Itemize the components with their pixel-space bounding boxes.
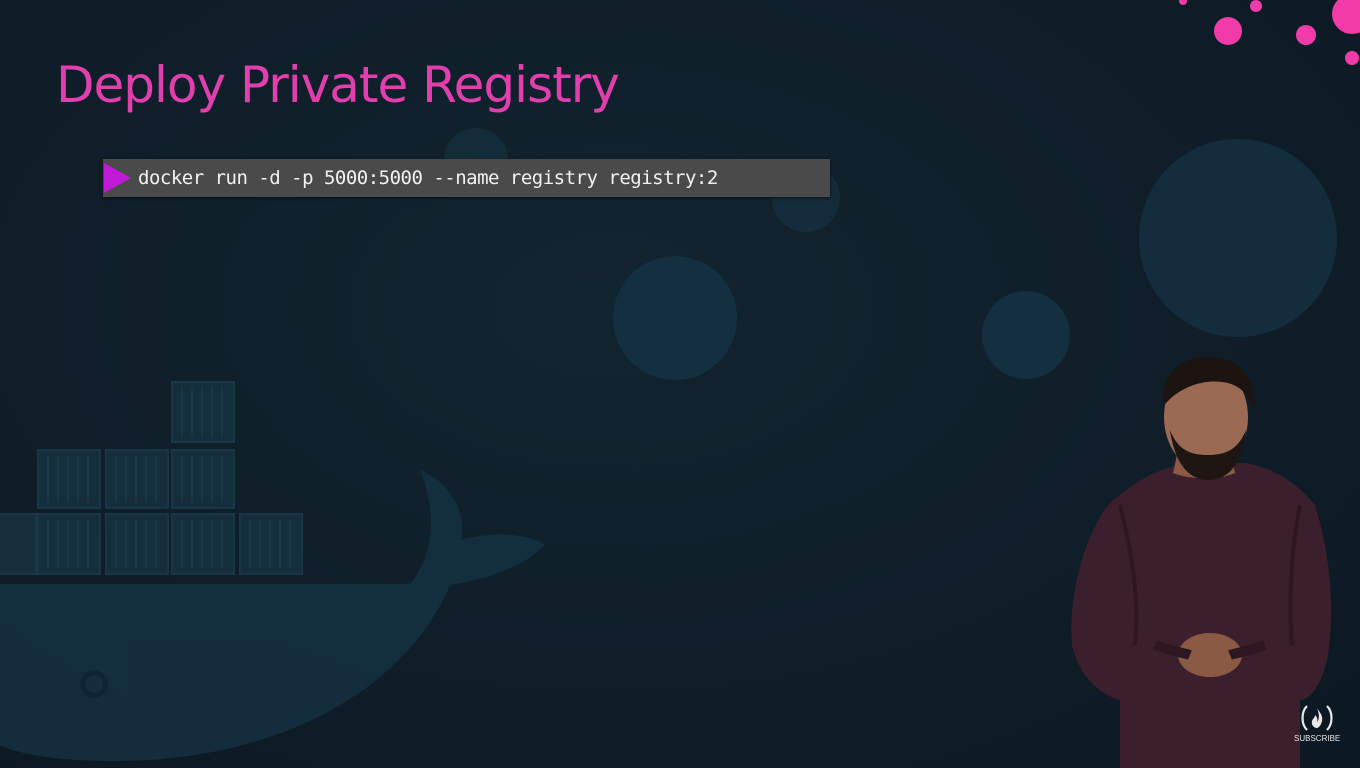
play-triangle-icon xyxy=(104,163,131,193)
freecodecamp-flame-icon xyxy=(1301,705,1333,731)
subscribe-button[interactable]: SUBSCRIBE xyxy=(1294,702,1340,746)
docker-command-text: docker run -d -p 5000:5000 --name regist… xyxy=(138,167,718,189)
slide: Deploy Private Registry docker run -d -p… xyxy=(0,0,1360,768)
slide-title: Deploy Private Registry xyxy=(56,56,620,114)
bg-circle xyxy=(982,291,1070,379)
pink-dots-decoration xyxy=(1179,0,1360,65)
bg-circle xyxy=(613,256,737,380)
subscribe-label: SUBSCRIBE xyxy=(1294,734,1341,743)
bg-circle xyxy=(1139,139,1337,337)
docker-whale-icon xyxy=(0,381,545,761)
